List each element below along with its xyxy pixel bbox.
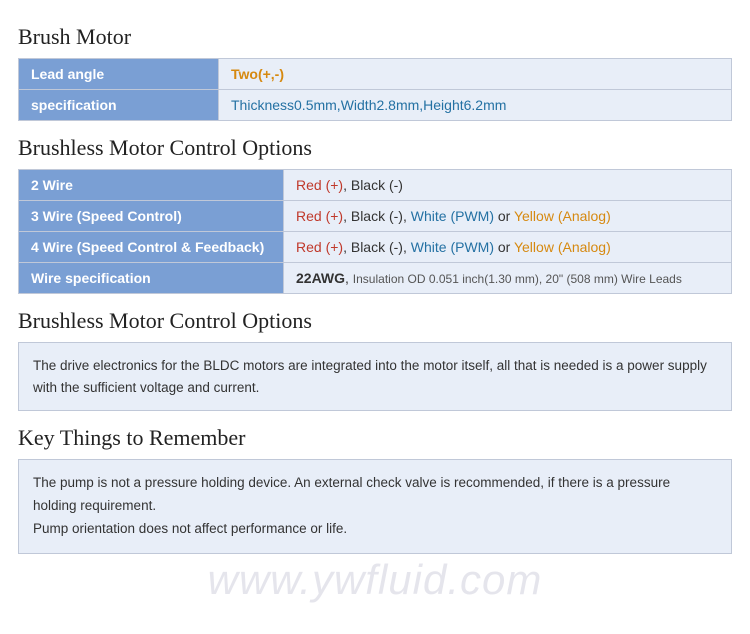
brushless-description-box: The drive electronics for the BLDC motor… <box>18 342 732 411</box>
table-row: Lead angle Two(+,-) <box>19 59 732 90</box>
wire3-value: Red (+), Black (-), White (PWM) or Yello… <box>284 201 732 232</box>
brushless-desc-title: Brushless Motor Control Options <box>18 308 732 334</box>
brush-motor-title: Brush Motor <box>18 24 732 50</box>
lead-angle-text: Two(+,-) <box>231 66 284 82</box>
table-row: specification Thickness0.5mm,Width2.8mm,… <box>19 90 732 121</box>
key-things-line1: The pump is not a pressure holding devic… <box>33 475 670 513</box>
brushless-control-table: 2 Wire Red (+), Black (-) 3 Wire (Speed … <box>18 169 732 294</box>
wire2-value: Red (+), Black (-) <box>284 170 732 201</box>
wire-spec-label: Wire specification <box>19 263 284 294</box>
specification-text: Thickness0.5mm,Width2.8mm,Height6.2mm <box>231 97 506 113</box>
key-things-line2: Pump orientation does not affect perform… <box>33 521 347 536</box>
wire4-value: Red (+), Black (-), White (PWM) or Yello… <box>284 232 732 263</box>
lead-angle-label: Lead angle <box>19 59 219 90</box>
wire3-label: 3 Wire (Speed Control) <box>19 201 284 232</box>
wire2-black: Black (-) <box>351 177 403 193</box>
key-things-box: The pump is not a pressure holding devic… <box>18 459 732 554</box>
specification-label: specification <box>19 90 219 121</box>
brush-motor-table: Lead angle Two(+,-) specification Thickn… <box>18 58 732 121</box>
wire2-label: 2 Wire <box>19 170 284 201</box>
brushless-description-text: The drive electronics for the BLDC motor… <box>33 358 707 395</box>
table-row: 3 Wire (Speed Control) Red (+), Black (-… <box>19 201 732 232</box>
wire4-label: 4 Wire (Speed Control & Feedback) <box>19 232 284 263</box>
table-row: 2 Wire Red (+), Black (-) <box>19 170 732 201</box>
table-row: 4 Wire (Speed Control & Feedback) Red (+… <box>19 232 732 263</box>
wire-spec-value: 22AWG, Insulation OD 0.051 inch(1.30 mm)… <box>284 263 732 294</box>
specification-value: Thickness0.5mm,Width2.8mm,Height6.2mm <box>219 90 732 121</box>
lead-angle-value: Two(+,-) <box>219 59 732 90</box>
brushless-control-title: Brushless Motor Control Options <box>18 135 732 161</box>
key-things-title: Key Things to Remember <box>18 425 732 451</box>
table-row: Wire specification 22AWG, Insulation OD … <box>19 263 732 294</box>
wire2-red: Red (+) <box>296 177 343 193</box>
